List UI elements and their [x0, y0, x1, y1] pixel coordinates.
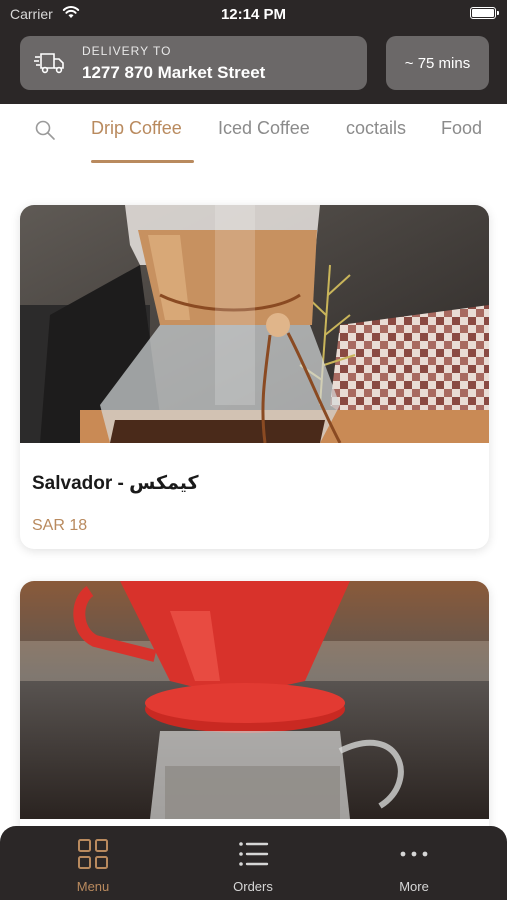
grid-icon [78, 839, 108, 869]
tab-iced-coffee[interactable]: Iced Coffee [218, 118, 310, 139]
nav-more[interactable]: More [354, 826, 474, 900]
list-icon [239, 842, 269, 866]
product-card[interactable]: Salvador - كيمكس SAR 18 [20, 205, 489, 549]
tab-drip-coffee[interactable]: Drip Coffee [91, 118, 182, 139]
product-price: SAR 18 [32, 517, 88, 534]
eta-button[interactable]: ~ 75 mins [386, 36, 489, 90]
nav-orders[interactable]: Orders [193, 826, 313, 900]
bottom-navigation: Menu Orders More [0, 826, 507, 900]
nav-menu-label: Menu [76, 879, 110, 894]
tab-coctails[interactable]: coctails [346, 118, 406, 139]
nav-more-label: More [399, 879, 429, 894]
nav-menu[interactable]: Menu [33, 826, 153, 900]
category-tabs: Drip Coffee Iced Coffee coctails Food [0, 104, 507, 168]
delivery-caption: DELIVERY TO [82, 44, 172, 58]
battery-icon [470, 7, 499, 19]
v60-dripper-image [20, 581, 489, 819]
search-icon[interactable] [33, 118, 57, 142]
chemex-coffee-image [20, 205, 489, 443]
delivery-address-button[interactable]: DELIVERY TO 1277 870 Market Street [20, 36, 367, 90]
status-bar: Carrier 12:14 PM [0, 0, 507, 28]
eta-label: ~ 75 mins [404, 54, 471, 72]
status-time: 12:14 PM [220, 6, 287, 23]
more-icon [400, 851, 428, 857]
truck-icon [34, 53, 64, 74]
product-card[interactable] [20, 581, 489, 841]
tab-food[interactable]: Food [441, 118, 482, 139]
active-tab-indicator [91, 160, 194, 163]
delivery-address: 1277 870 Market Street [82, 63, 266, 82]
app-screen: Carrier 12:14 PM DELIVERY TO 1277 870 Ma… [0, 0, 507, 900]
header: Carrier 12:14 PM DELIVERY TO 1277 870 Ma… [0, 0, 507, 104]
nav-orders-label: Orders [233, 879, 273, 894]
product-title: Salvador - كيمكس [32, 473, 199, 494]
